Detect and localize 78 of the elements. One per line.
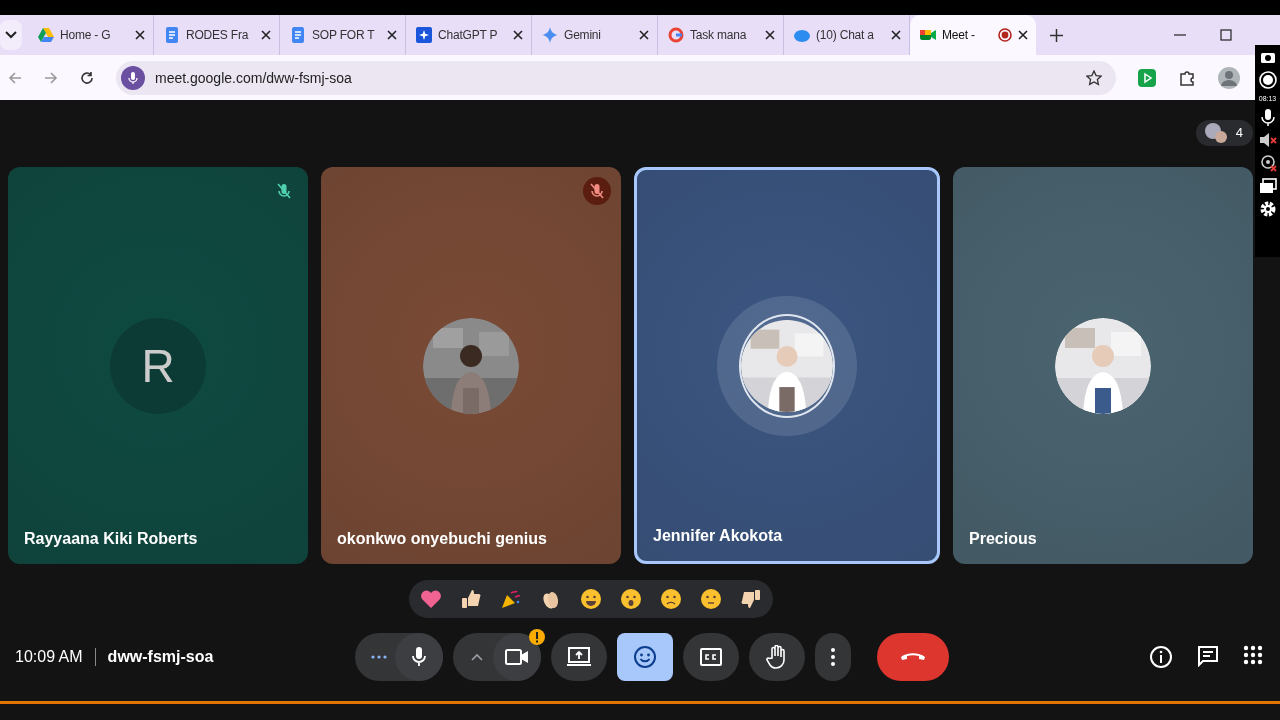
new-tab-icon[interactable] — [1050, 28, 1063, 42]
surprised-emoji-icon[interactable] — [618, 587, 643, 611]
leave-button[interactable] — [877, 633, 949, 681]
extension-icon[interactable] — [1138, 68, 1156, 87]
favicon-icon — [542, 27, 558, 43]
tab-title: Task mana — [690, 28, 748, 42]
microphone-button[interactable] — [395, 633, 443, 681]
favicon-icon — [416, 27, 432, 43]
hand-button[interactable] — [749, 633, 805, 681]
participant-name: Jennifer Akokota — [653, 527, 783, 545]
thinking-emoji-icon[interactable] — [698, 587, 723, 611]
settings-icon[interactable] — [1258, 200, 1277, 218]
meeting-time: 10:09 AM — [15, 648, 83, 666]
participant-name: okonkwo onyebuchi genius — [337, 530, 547, 548]
favicon-icon — [38, 27, 54, 43]
tab-title: Home - G — [60, 28, 112, 42]
meeting-code: dww-fsmj-soa — [107, 648, 214, 666]
favicon-icon — [668, 27, 684, 43]
chat-icon[interactable] — [1197, 645, 1219, 667]
laugh-emoji-icon[interactable] — [578, 587, 603, 611]
captions-button[interactable] — [683, 633, 739, 681]
windows-icon[interactable] — [1258, 178, 1277, 194]
favicon-icon — [794, 27, 810, 43]
tab-title: SOP FOR T — [312, 28, 376, 42]
record-icon[interactable] — [1258, 71, 1277, 89]
close-icon[interactable] — [639, 30, 649, 40]
favicon-icon — [164, 27, 180, 43]
close-icon[interactable] — [765, 30, 775, 40]
camera-icon — [505, 648, 529, 666]
more-options-icon — [831, 648, 835, 666]
favicon-icon — [290, 27, 306, 43]
microphone-icon — [409, 646, 429, 668]
close-icon[interactable] — [261, 30, 271, 40]
close-icon[interactable] — [891, 30, 901, 40]
favicon-icon — [920, 27, 936, 43]
address-field[interactable]: meet.google.com/dww-fsmj-soa — [116, 60, 1116, 95]
close-icon[interactable] — [513, 30, 523, 40]
participant-name: Rayyaana Kiki Roberts — [24, 530, 198, 548]
back-icon[interactable] — [8, 70, 22, 85]
close-icon[interactable] — [1018, 30, 1028, 40]
webcam-off-icon[interactable] — [1258, 154, 1277, 172]
close-icon[interactable] — [387, 30, 397, 40]
avatar-letter: R — [110, 317, 206, 414]
camera-button[interactable] — [493, 633, 541, 681]
tab-title: (10) Chat a — [816, 28, 875, 42]
participant-name: Precious — [969, 530, 1037, 548]
present-button[interactable] — [551, 633, 607, 681]
smiley-icon — [633, 645, 657, 669]
raise-hand-icon — [766, 645, 788, 669]
reload-icon[interactable] — [80, 70, 94, 85]
speaker-muted-icon[interactable] — [1258, 132, 1277, 148]
microphone-icon[interactable] — [1260, 108, 1275, 126]
tab-title: Gemini — [564, 28, 602, 42]
reactions-button[interactable] — [617, 633, 673, 681]
people-icon — [1203, 121, 1228, 144]
maximize-icon[interactable] — [1220, 29, 1232, 41]
microphone-icon — [121, 65, 145, 90]
browser-tab[interactable]: Meet - — [910, 15, 1036, 55]
present-screen-icon — [566, 647, 592, 667]
more-button[interactable] — [815, 633, 851, 681]
forward-icon[interactable] — [44, 70, 58, 85]
apps-grid-icon[interactable] — [1243, 645, 1263, 665]
tab-title: ChatGPT P — [438, 28, 499, 42]
more-icon — [371, 655, 387, 659]
sad-emoji-icon[interactable] — [658, 587, 683, 611]
bookmark-star-icon[interactable] — [1086, 69, 1102, 86]
hang-up-icon — [900, 651, 926, 663]
close-icon[interactable] — [135, 30, 145, 40]
captions-icon — [700, 648, 722, 666]
participants-button[interactable]: 4 — [1195, 119, 1253, 146]
tab-list-button[interactable] — [0, 20, 22, 50]
tab-title: Meet - — [942, 28, 976, 42]
caret-icon — [471, 653, 483, 661]
info-icon[interactable] — [1149, 645, 1173, 669]
profile-avatar-icon[interactable] — [1218, 66, 1240, 89]
puzzle-icon[interactable] — [1178, 68, 1196, 87]
tab-title: RODES Fra — [186, 28, 250, 42]
chevron-down-icon — [5, 31, 17, 39]
